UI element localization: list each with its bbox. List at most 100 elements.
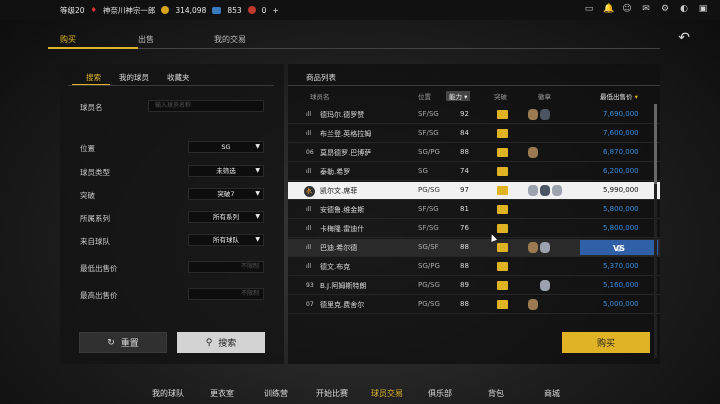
mail-icon[interactable]: ✉ — [641, 4, 651, 14]
badge-silver-icon — [540, 280, 550, 291]
filter-breakthrough-select[interactable]: 突破7 ▼ — [188, 188, 264, 200]
filter-type-select[interactable]: 未筛选 ▼ — [188, 165, 264, 177]
badge-bronze-icon — [528, 299, 538, 310]
badge-bronze-icon — [528, 242, 538, 253]
top-icons: ▭ 🔔 ☺ ✉ ⚙ ◐ ▣ — [584, 4, 708, 14]
col-ability[interactable]: 能力 ▾ — [446, 91, 471, 101]
add-currency-button[interactable]: + — [272, 6, 278, 15]
col-price[interactable]: 最低出售价 ▾ — [600, 91, 638, 101]
chat-icon[interactable]: ▭ — [584, 4, 594, 14]
filter-tab-search[interactable]: 搜索 — [86, 72, 101, 83]
table-row[interactable]: 93 B.J.阿姆斯特朗 PG/SG 89 5,160,000 — [288, 277, 660, 295]
inspect-search-icon[interactable]: ⚲ — [616, 244, 622, 253]
player-ability: 74 — [460, 167, 469, 175]
player-ability: 88 — [460, 243, 469, 251]
list-scrollbar-thumb[interactable] — [654, 104, 657, 184]
friends-icon[interactable]: ☺ — [622, 4, 632, 14]
nav-store[interactable]: 商城 — [544, 388, 560, 399]
col-breakthrough[interactable]: 突破 — [494, 91, 507, 101]
badge-count: 0 — [261, 5, 267, 15]
player-name-label: 球员名 — [80, 103, 103, 112]
signal-icon: ıll — [306, 168, 312, 175]
badge-dark-icon — [540, 185, 550, 196]
table-row[interactable]: ıll 安德鲁.维金斯 SF/SG 81 5,800,000 — [288, 201, 660, 219]
search-button[interactable]: ⚲ 搜索 — [177, 332, 265, 353]
player-ability: 88 — [460, 300, 469, 308]
signal-icon: ıll — [306, 130, 312, 137]
tabs-divider — [48, 48, 660, 49]
player-price: 7,600,000 — [603, 129, 639, 137]
table-row-selected[interactable]: ⛹ 凯尔文.席菲 PG/SG 97 5,990,000 — [288, 182, 660, 200]
signal-icon: ıll — [306, 244, 312, 251]
breakthrough-icon — [497, 281, 508, 290]
signal-icon: ıll — [306, 263, 312, 270]
min-price-label: 最低出售价 — [80, 264, 118, 273]
reset-button[interactable]: ↻ 重置 — [79, 332, 167, 353]
main-tabs: 购买 出售 我的交易 — [48, 34, 660, 48]
col-name[interactable]: 球员名 — [310, 91, 330, 101]
nav-player-trade[interactable]: 球员交易 — [371, 388, 403, 399]
min-price-input[interactable]: 不限制 — [188, 261, 264, 273]
breakthrough-icon — [497, 205, 508, 214]
max-price-label: 最高出售价 — [80, 291, 118, 300]
vc-icon — [212, 6, 222, 14]
player-position: SG/PG — [418, 262, 440, 270]
badge-silver-icon — [552, 185, 562, 196]
season-tag: 93 — [306, 282, 314, 289]
notification-bell-icon[interactable]: 🔔 — [603, 4, 614, 14]
tab-sell[interactable]: 出售 — [138, 34, 154, 45]
badge-silver-icon — [540, 242, 550, 253]
player-name: 德文.布克 — [320, 263, 351, 271]
search-label: 搜索 — [218, 339, 237, 349]
max-price-input[interactable]: 不限制 — [188, 288, 264, 300]
nav-backpack[interactable]: 背包 — [488, 388, 504, 399]
player-ability: 76 — [460, 224, 469, 232]
breakthrough-icon — [497, 148, 508, 157]
filter-team-value: 所有球队 — [213, 236, 239, 244]
nav-club[interactable]: 俱乐部 — [428, 388, 452, 399]
table-row[interactable]: ıll 布兰登.英格拉姆 SF/SG 84 7,600,000 — [288, 125, 660, 143]
table-row-hovered[interactable]: ıll 巴迪.希尔德 SG/SF 88 ☆ VS ⚲ — [288, 239, 660, 257]
table-row[interactable]: ıll 泰勒.希罗 SG 74 6,200,000 — [288, 163, 660, 181]
table-row[interactable]: ıll 德玛尔.德罗赞 SF/SG 92 7,690,000 — [288, 106, 660, 124]
support-icon[interactable]: ◐ — [679, 4, 689, 14]
filter-tabs-divider — [68, 85, 274, 86]
filter-team-select[interactable]: 所有球队 ▼ — [188, 234, 264, 246]
coin-count: 314,098 — [175, 5, 207, 15]
table-row[interactable]: ıll 德文.布克 SG/PG 88 5,370,000 — [288, 258, 660, 276]
reset-label: 重置 — [120, 339, 139, 349]
chevron-down-icon: ▼ — [255, 236, 260, 243]
chevron-down-icon: ▼ — [255, 167, 260, 174]
filter-position-select[interactable]: SG ▼ — [188, 141, 264, 153]
nav-start-game[interactable]: 开始比赛 — [316, 388, 348, 399]
filter-tab-favorites[interactable]: 收藏夹 — [167, 72, 190, 83]
player-ability: 88 — [460, 262, 469, 270]
player-position: SF/SG — [418, 224, 439, 232]
col-position[interactable]: 位置 — [418, 91, 431, 101]
nav-training-camp[interactable]: 训练营 — [264, 388, 288, 399]
badge-silver-icon — [528, 185, 538, 196]
table-row[interactable]: 06 莫昂德罗.巴博萨 SG/PG 88 6,870,000 — [288, 144, 660, 162]
player-price: 5,000,000 — [603, 300, 639, 308]
player-price: 5,160,000 — [603, 281, 639, 289]
tab-buy[interactable]: 购买 — [60, 34, 76, 45]
col-badge[interactable]: 徽章 — [538, 91, 551, 101]
player-name: 泰勒.希罗 — [320, 168, 351, 176]
table-row[interactable]: ıll 卡梅隆.雷迪什 SF/SG 76 5,800,000 — [288, 220, 660, 238]
back-arrow-icon[interactable]: ↶ — [678, 30, 690, 46]
player-ability: 81 — [460, 205, 469, 213]
player-position: SG/PG — [418, 148, 440, 156]
buy-button[interactable]: 购买 — [562, 332, 650, 353]
settings-gear-icon[interactable]: ⚙ — [660, 4, 670, 14]
filter-tab-my-players[interactable]: 我的球员 — [119, 72, 149, 83]
table-row[interactable]: 07 德里克.费舍尔 PG/SG 88 5,000,000 — [288, 296, 660, 314]
player-name: 安德鲁.维金斯 — [320, 206, 365, 214]
breakthrough-icon — [497, 243, 508, 252]
menu-icon[interactable]: ▣ — [698, 4, 708, 14]
tab-my-trades[interactable]: 我的交易 — [214, 34, 246, 45]
filter-series-select[interactable]: 所有系列 ▼ — [188, 211, 264, 223]
nav-my-team[interactable]: 我的球队 — [152, 388, 184, 399]
player-ability: 97 — [460, 186, 469, 194]
nav-locker-room[interactable]: 更衣室 — [210, 388, 234, 399]
player-name-input[interactable]: 输入球员名称 — [148, 100, 264, 112]
